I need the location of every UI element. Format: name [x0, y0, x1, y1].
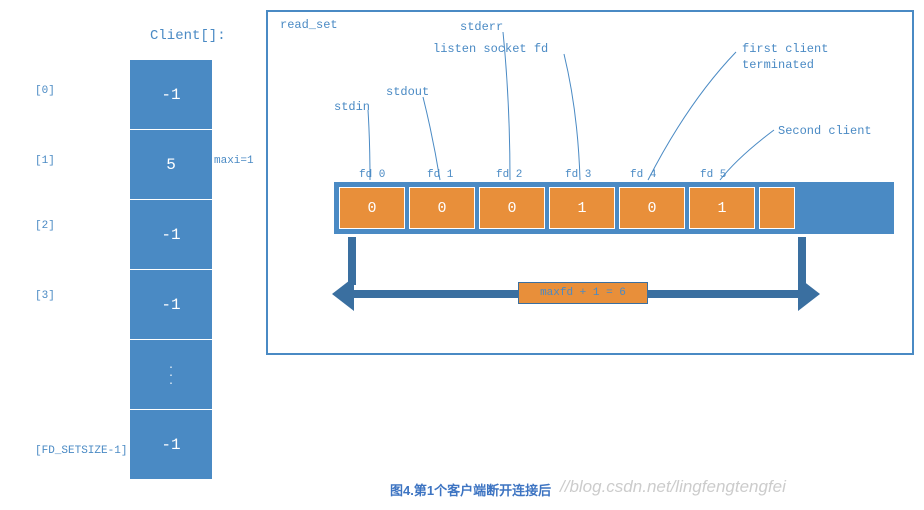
client-array-column: -1 5 -1 -1 ... -1: [130, 60, 212, 480]
tick-fd4: fd 4: [630, 169, 656, 181]
client-index-last: [FD_SETSIZE-1]: [35, 445, 127, 457]
label-stdin: stdin: [334, 100, 370, 114]
fd-cell-2: 0: [479, 187, 545, 229]
client-cell-0: -1: [130, 60, 212, 130]
client-index-1: [1]: [35, 155, 55, 167]
client-cell-dots: ...: [130, 340, 212, 410]
tick-fd3: fd 3: [565, 169, 591, 181]
fd-cell-0: 0: [339, 187, 405, 229]
tick-fd5: fd 5: [700, 169, 726, 181]
label-first-client-l2: terminated: [742, 58, 814, 72]
fd-cell-3: 1: [549, 187, 615, 229]
tick-fd0: fd 0: [359, 169, 385, 181]
label-second-client: Second client: [778, 124, 872, 138]
label-first-client-l1: first client: [742, 42, 828, 56]
read-set-title: read_set: [280, 18, 338, 32]
range-arrow: maxfd + 1 = 6: [348, 277, 804, 311]
label-stderr: stderr: [460, 20, 503, 34]
label-stdout: stdout: [386, 85, 429, 99]
client-index-2: [2]: [35, 220, 55, 232]
client-cell-last: -1: [130, 410, 212, 480]
client-index-0: [0]: [35, 85, 55, 97]
client-index-3: [3]: [35, 290, 55, 302]
client-cell-3: -1: [130, 270, 212, 340]
maxi-label: maxi=1: [214, 155, 254, 167]
fd-cell-extra: [759, 187, 795, 229]
figure-caption: 图4.第1个客户端断开连接后: [390, 480, 551, 499]
watermark: //blog.csdn.net/lingfengtengfei: [560, 477, 786, 497]
fd-set-bar: 0 0 0 1 0 1: [334, 182, 894, 234]
range-label: maxfd + 1 = 6: [518, 282, 648, 304]
fd-cell-5: 1: [689, 187, 755, 229]
read-set-panel: read_set stderr listen socket fd first c…: [266, 10, 914, 355]
client-array-title: Client[]:: [150, 28, 226, 44]
client-cell-2: -1: [130, 200, 212, 270]
tick-fd2: fd 2: [496, 169, 522, 181]
fd-cell-1: 0: [409, 187, 475, 229]
client-cell-1: 5: [130, 130, 212, 200]
label-listen-socket: listen socket fd: [433, 42, 548, 56]
fd-cell-4: 0: [619, 187, 685, 229]
tick-fd1: fd 1: [427, 169, 453, 181]
arrow-right-icon: [798, 277, 820, 311]
